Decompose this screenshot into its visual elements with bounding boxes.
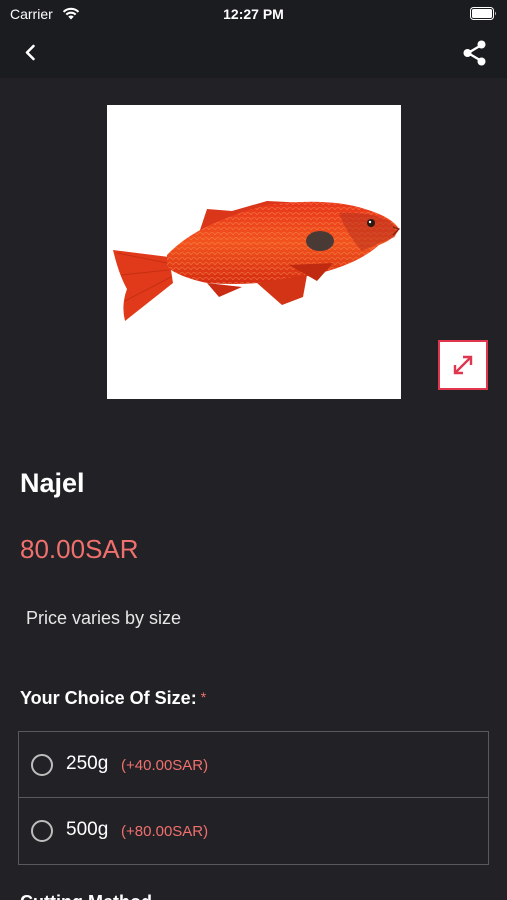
product-name: Najel bbox=[20, 468, 85, 498]
radio-button[interactable] bbox=[31, 820, 53, 842]
battery-icon bbox=[470, 7, 496, 20]
share-icon bbox=[463, 40, 486, 66]
expand-arrows-icon bbox=[453, 355, 473, 375]
size-option-500g[interactable]: 500g (+80.00SAR) bbox=[19, 798, 488, 864]
product-image[interactable] bbox=[107, 105, 401, 399]
status-time: 12:27 PM bbox=[223, 6, 284, 22]
required-mark: * bbox=[200, 689, 207, 705]
size-section-heading: Your Choice Of Size: * bbox=[20, 688, 206, 709]
share-button[interactable] bbox=[461, 39, 489, 67]
red-fish-photo bbox=[113, 201, 401, 321]
size-option-label: 250g bbox=[66, 753, 109, 774]
product-price: 80.00SAR bbox=[20, 534, 139, 564]
cutting-method-heading: Cutting Method bbox=[20, 892, 152, 900]
product-detail-screen: Carrier 12:27 PM Najel 80.00SAR Price va… bbox=[0, 0, 507, 900]
status-bar: Carrier 12:27 PM bbox=[0, 0, 507, 28]
navigation-bar bbox=[0, 28, 507, 78]
chevron-left-icon bbox=[25, 44, 35, 61]
back-button[interactable] bbox=[16, 38, 46, 68]
size-option-price: (+40.00SAR) bbox=[121, 757, 209, 774]
expand-image-button[interactable] bbox=[438, 340, 488, 390]
size-option-price: (+80.00SAR) bbox=[121, 823, 209, 840]
size-heading-label: Your Choice Of Size: bbox=[20, 688, 197, 708]
size-option-label: 500g bbox=[66, 819, 109, 840]
size-option-250g[interactable]: 250g (+40.00SAR) bbox=[19, 732, 488, 798]
radio-button[interactable] bbox=[31, 754, 53, 776]
size-options-list: 250g (+40.00SAR) 500g (+80.00SAR) bbox=[18, 731, 489, 865]
price-note: Price varies by size bbox=[26, 608, 182, 628]
